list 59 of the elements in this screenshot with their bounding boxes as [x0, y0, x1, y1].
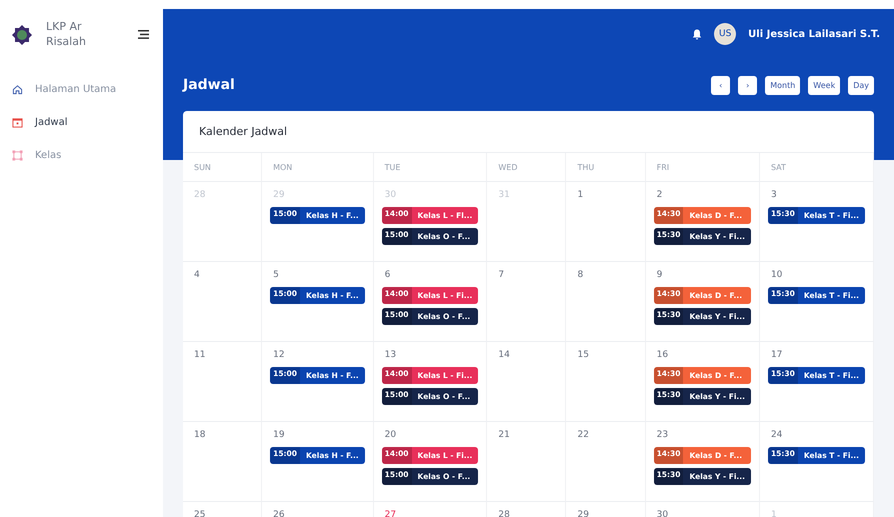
nav-button[interactable]: › — [738, 76, 758, 94]
day-number: 12 — [272, 350, 286, 360]
day-number: 9 — [656, 270, 664, 280]
day-number: 28 — [193, 190, 206, 200]
weekday-header: SUN — [183, 153, 262, 182]
day-number: 22 — [576, 430, 590, 440]
brand-name: LKP Ar Risalah — [46, 20, 87, 50]
day-number: 27 — [384, 510, 398, 517]
day-number: 25 — [193, 510, 206, 517]
day-number: 29 — [576, 510, 590, 517]
weekday-header: MON — [262, 153, 374, 182]
sidebar-item[interactable]: Jadwal — [10, 110, 153, 134]
view-button[interactable]: Day — [848, 76, 874, 94]
day-number: 20 — [384, 430, 398, 440]
card-title: Kalender Jadwal — [183, 111, 874, 153]
day-number: 6 — [384, 270, 392, 280]
day-number: 30 — [384, 190, 398, 200]
weekday-header: FRI — [646, 153, 760, 182]
home-icon — [12, 84, 23, 95]
grid-icon — [12, 150, 23, 161]
day-number: 13 — [384, 350, 398, 360]
day-number: 31 — [497, 190, 511, 200]
weekday-header: TUE — [374, 153, 488, 182]
bell-icon[interactable] — [692, 28, 702, 40]
day-number: 16 — [656, 350, 670, 360]
calendar-icon — [12, 116, 23, 128]
day-number: 18 — [193, 430, 206, 440]
weekday-header: THU — [566, 153, 646, 182]
day-number: 8 — [576, 270, 584, 280]
weekday-header: SAT — [760, 153, 874, 182]
day-number: 11 — [193, 350, 206, 360]
view-button[interactable]: Week — [808, 76, 840, 94]
day-number: 5 — [272, 270, 280, 280]
day-number: 1 — [770, 510, 778, 517]
view-button[interactable]: Month — [765, 76, 800, 94]
day-number: 24 — [770, 430, 784, 440]
nav-button[interactable]: ‹ — [711, 76, 730, 94]
day-number: 23 — [656, 430, 670, 440]
day-number: 28 — [497, 510, 511, 517]
menu-icon[interactable] — [138, 30, 149, 40]
day-number: 4 — [193, 270, 201, 280]
day-number: 3 — [770, 190, 778, 200]
day-number: 30 — [656, 510, 670, 517]
user-avatar[interactable]: US — [714, 23, 736, 45]
day-number: 7 — [497, 270, 506, 280]
weekday-header: WED — [487, 153, 566, 182]
day-number: 21 — [497, 430, 511, 440]
day-number: 19 — [272, 430, 286, 440]
user-name: Uli Jessica Lailasari S.T. — [748, 28, 880, 40]
day-number: 1 — [576, 190, 584, 200]
day-number: 10 — [770, 270, 784, 280]
logo-icon — [12, 24, 32, 45]
day-number: 15 — [576, 350, 590, 360]
day-number: 2 — [656, 190, 664, 200]
page-title: Jadwal — [183, 77, 235, 93]
day-number: 29 — [272, 190, 286, 200]
day-number: 14 — [497, 350, 511, 360]
day-number: 26 — [272, 510, 286, 517]
day-number: 17 — [770, 350, 784, 360]
